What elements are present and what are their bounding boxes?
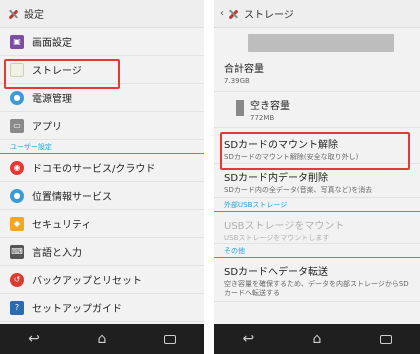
apps-icon: ▭: [10, 118, 24, 133]
backup-icon: ↺: [10, 272, 24, 287]
guide-icon: ?: [10, 300, 24, 315]
settings-tools-icon: [226, 7, 240, 21]
erase-sd-desc: SDカード内の全データ(音楽、写真など)を消去: [224, 186, 373, 194]
transfer-label: SDカードへデータ転送: [224, 267, 329, 278]
navigation-bar: ↩ ⌂: [0, 324, 204, 354]
settings-tools-icon: [6, 7, 20, 21]
storage-list: 合計容量 7.39GB 空き容量 772MB SDカードのマウント解除 SDカー…: [214, 28, 420, 324]
back-icon[interactable]: ↩: [19, 328, 49, 350]
back-arrow-icon[interactable]: ‹: [220, 8, 224, 19]
recent-apps-icon[interactable]: [155, 328, 185, 350]
page-title: 設定: [24, 10, 44, 21]
settings-item-label: 位置情報サービス: [32, 192, 112, 203]
settings-item-language[interactable]: ⌨ 言語と入力: [0, 238, 204, 266]
erase-sd-label: SDカード内データ削除: [224, 173, 329, 184]
free-capacity-value: 772MB: [250, 114, 275, 122]
home-icon[interactable]: ⌂: [302, 328, 332, 350]
total-capacity-value: 7.39GB: [224, 77, 250, 85]
storage-usage-bar: [248, 34, 394, 52]
lock-icon: ◆: [10, 216, 24, 231]
section-header-user-settings: ユーザー設定: [0, 140, 204, 154]
free-space-color-chip: [236, 100, 244, 116]
total-capacity: 合計容量 7.39GB: [214, 58, 420, 92]
settings-item-security[interactable]: ◆ セキュリティ: [0, 210, 204, 238]
free-capacity: 空き容量 772MB: [214, 92, 420, 128]
settings-item-apps[interactable]: ▭ アプリ: [0, 112, 204, 140]
settings-item-setup-guide[interactable]: ? セットアップガイド: [0, 294, 204, 322]
storage-highlight-box: [4, 59, 120, 89]
display-icon: ▣: [10, 34, 24, 49]
transfer-to-sd[interactable]: SDカードへデータ転送 空き容量を確保するため、データを内部ストレージからSDカ…: [214, 258, 420, 302]
settings-item-label: 画面設定: [32, 38, 72, 49]
mount-usb-storage[interactable]: USBストレージをマウント USBストレージをマウントします: [214, 212, 420, 244]
action-bar: 設定: [0, 0, 204, 28]
settings-item-label: 言語と入力: [32, 248, 82, 259]
total-capacity-label: 合計容量: [224, 64, 264, 75]
section-header-usb: 外部USBストレージ: [214, 198, 420, 212]
mount-usb-label: USBストレージをマウント: [224, 221, 345, 232]
unmount-highlight-box: [220, 132, 410, 170]
location-icon: ●: [10, 188, 24, 203]
section-header-other: その他: [214, 244, 420, 258]
settings-item-label: セットアップガイド: [32, 304, 122, 315]
mount-usb-desc: USBストレージをマウントします: [224, 234, 330, 242]
navigation-bar: ↩ ⌂: [214, 324, 420, 354]
settings-item-docomo[interactable]: ◉ ドコモのサービス/クラウド: [0, 154, 204, 182]
action-bar: ‹ ストレージ: [214, 0, 420, 28]
settings-item-label: セキュリティ: [32, 220, 92, 231]
transfer-desc: 空き容量を確保するため、データを内部ストレージからSDカードへ転送する: [224, 280, 409, 297]
settings-item-location[interactable]: ● 位置情報サービス: [0, 182, 204, 210]
home-icon[interactable]: ⌂: [87, 328, 117, 350]
recent-apps-icon[interactable]: [371, 328, 401, 350]
storage-screen: ‹ ストレージ 合計容量 7.39GB 空き容量 772MB SDカードのマウン…: [214, 0, 420, 354]
settings-screen: 設定 ▣ 画面設定 ストレージ ● 電源管理 ▭ アプリ ユーザー設定 ◉ ドコ…: [0, 0, 204, 354]
keyboard-icon: ⌨: [10, 244, 24, 259]
docomo-icon: ◉: [10, 160, 24, 175]
free-capacity-label: 空き容量: [250, 101, 290, 112]
settings-item-label: ドコモのサービス/クラウド: [32, 164, 156, 175]
settings-item-label: バックアップとリセット: [32, 276, 142, 287]
settings-item-backup[interactable]: ↺ バックアップとリセット: [0, 266, 204, 294]
battery-icon: ●: [10, 90, 24, 105]
settings-item-label: 電源管理: [32, 94, 72, 105]
page-title: ストレージ: [244, 10, 294, 21]
settings-item-label: アプリ: [32, 122, 62, 133]
back-icon[interactable]: ↩: [233, 328, 263, 350]
settings-item-display[interactable]: ▣ 画面設定: [0, 28, 204, 56]
